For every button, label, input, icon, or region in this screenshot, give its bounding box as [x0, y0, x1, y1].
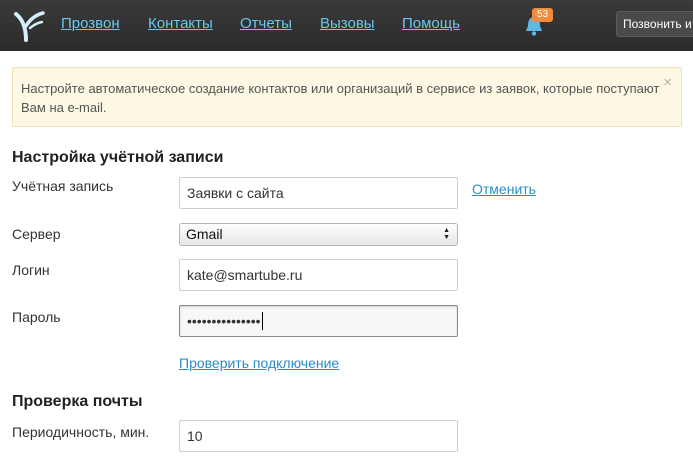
password-input[interactable]: ••••••••••••••• — [179, 305, 458, 337]
logo-icon[interactable] — [10, 8, 46, 42]
text-caret — [261, 312, 263, 330]
account-settings-title: Настройка учётной записи — [12, 149, 224, 166]
nav-item-help[interactable]: Помощь — [402, 15, 460, 32]
account-name-input[interactable]: Заявки с сайта — [179, 177, 458, 209]
select-arrows-icon: ▲ ▼ — [443, 227, 450, 241]
info-notice: Настройте автоматическое создание контак… — [12, 67, 682, 127]
check-connection-link[interactable]: Проверить подключение — [179, 355, 339, 371]
server-select-value: Gmail — [186, 226, 223, 242]
nav-item-calling[interactable]: Прозвон — [61, 15, 120, 32]
server-select[interactable]: Gmail ▲ ▼ — [179, 223, 458, 246]
close-icon[interactable]: × — [663, 73, 672, 92]
call-button[interactable]: Позвонить и — [616, 11, 693, 37]
mail-check-title: Проверка почты — [12, 393, 143, 410]
password-label: Пароль — [12, 309, 61, 325]
notice-text: Настройте автоматическое создание контак… — [21, 81, 660, 115]
interval-label: Периодичность, мин. — [12, 424, 150, 440]
login-label: Логин — [12, 262, 50, 278]
nav-item-calls[interactable]: Вызовы — [320, 15, 375, 32]
top-navigation-bar: Прозвон Контакты Отчеты Вызовы Помощь 53… — [0, 0, 693, 51]
nav-item-reports[interactable]: Отчеты — [240, 15, 292, 32]
notification-count-badge[interactable]: 53 — [532, 8, 554, 22]
password-value: ••••••••••••••• — [187, 313, 261, 329]
interval-input[interactable]: 10 — [179, 420, 458, 452]
account-label: Учётная запись — [12, 178, 114, 194]
server-label: Сервер — [12, 226, 61, 242]
cancel-link[interactable]: Отменить — [472, 181, 536, 197]
login-input[interactable]: kate@smartube.ru — [179, 259, 458, 291]
nav-item-contacts[interactable]: Контакты — [148, 15, 213, 32]
